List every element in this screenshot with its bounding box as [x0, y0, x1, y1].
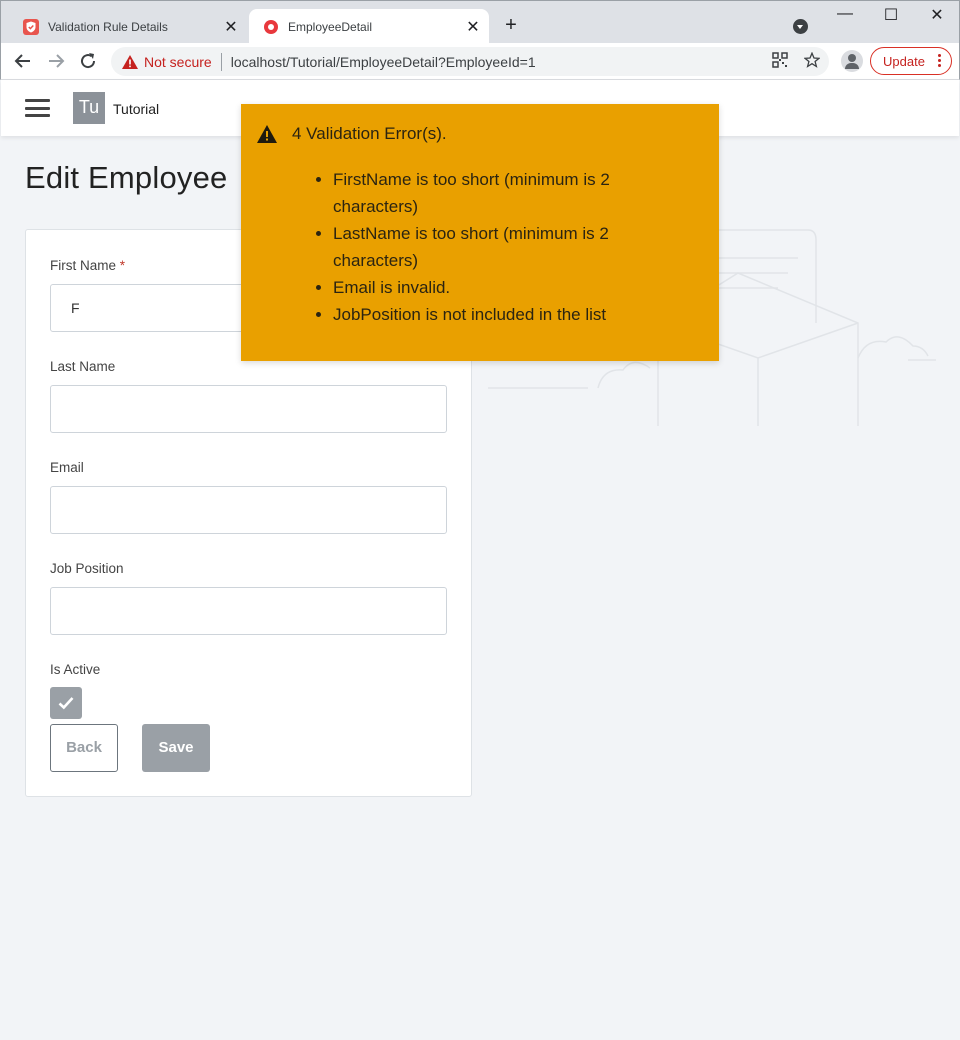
reload-icon[interactable] [76, 49, 100, 73]
update-button[interactable]: Update [870, 47, 952, 75]
tab-title: EmployeeDetail [288, 19, 373, 34]
last-name-label: Last Name [50, 359, 116, 374]
is-active-label: Is Active [50, 662, 101, 677]
url-text[interactable]: localhost/Tutorial/EmployeeDetail?Employ… [231, 54, 536, 70]
maximize-button[interactable]: ☐ [876, 5, 906, 25]
validation-error-toast[interactable]: 4 Validation Error(s). FirstName is too … [241, 104, 719, 361]
update-label: Update [883, 53, 925, 69]
error-item: JobPosition is not included in the list [333, 301, 631, 328]
back-button[interactable]: Back [50, 724, 118, 772]
tab-search-icon[interactable] [793, 19, 808, 34]
browser-tab-strip: Validation Rule Details ✕ EmployeeDetail… [0, 0, 960, 44]
error-item: LastName is too short (minimum is 2 char… [333, 220, 631, 274]
tab-title: Validation Rule Details [48, 19, 168, 34]
error-item: FirstName is too short (minimum is 2 cha… [333, 166, 631, 220]
required-marker: * [119, 258, 126, 273]
profile-avatar-icon[interactable] [841, 50, 863, 72]
page-title: Edit Employee [25, 160, 228, 195]
omnibox-divider [220, 52, 222, 71]
back-arrow-icon[interactable] [11, 49, 35, 73]
shield-check-icon [23, 18, 39, 35]
minimize-button[interactable]: — [830, 5, 860, 23]
record-icon [264, 19, 278, 34]
job-position-input[interactable] [50, 587, 447, 635]
security-label[interactable]: Not secure [144, 54, 212, 70]
error-list: FirstName is too short (minimum is 2 cha… [311, 166, 631, 328]
first-name-label: First Name * [50, 258, 125, 273]
warning-icon [257, 125, 277, 143]
more-menu-icon[interactable] [938, 54, 941, 69]
address-bar[interactable]: Not secure localhost/Tutorial/EmployeeDe… [111, 47, 829, 76]
tab-close-icon[interactable]: ✕ [219, 17, 243, 37]
browser-toolbar: Not secure localhost/Tutorial/EmployeeDe… [0, 43, 960, 80]
tab-employee-detail[interactable]: EmployeeDetail ✕ [249, 9, 489, 44]
new-tab-button[interactable]: + [501, 14, 521, 37]
app-logo[interactable]: Tu [73, 92, 105, 124]
tab-validation-rule-details[interactable]: Validation Rule Details ✕ [9, 9, 247, 44]
warning-icon [122, 54, 138, 69]
last-name-input[interactable] [50, 385, 447, 433]
error-item: Email is invalid. [333, 274, 631, 301]
tab-close-icon[interactable]: ✕ [461, 17, 485, 37]
hamburger-menu-icon[interactable] [25, 99, 50, 117]
qr-code-icon[interactable] [772, 52, 788, 68]
app-brand[interactable]: Tutorial [113, 101, 159, 117]
toast-heading: 4 Validation Error(s). [292, 124, 447, 143]
bookmark-star-icon[interactable] [804, 52, 820, 68]
forward-arrow-icon[interactable] [44, 49, 68, 73]
email-input[interactable] [50, 486, 447, 534]
job-position-label: Job Position [50, 561, 124, 576]
checkmark-icon [58, 697, 74, 710]
email-label: Email [50, 460, 84, 475]
close-window-button[interactable]: ✕ [922, 5, 952, 25]
is-active-checkbox[interactable] [50, 687, 82, 719]
save-button[interactable]: Save [142, 724, 210, 772]
first-name-label-text: First Name [50, 258, 117, 273]
